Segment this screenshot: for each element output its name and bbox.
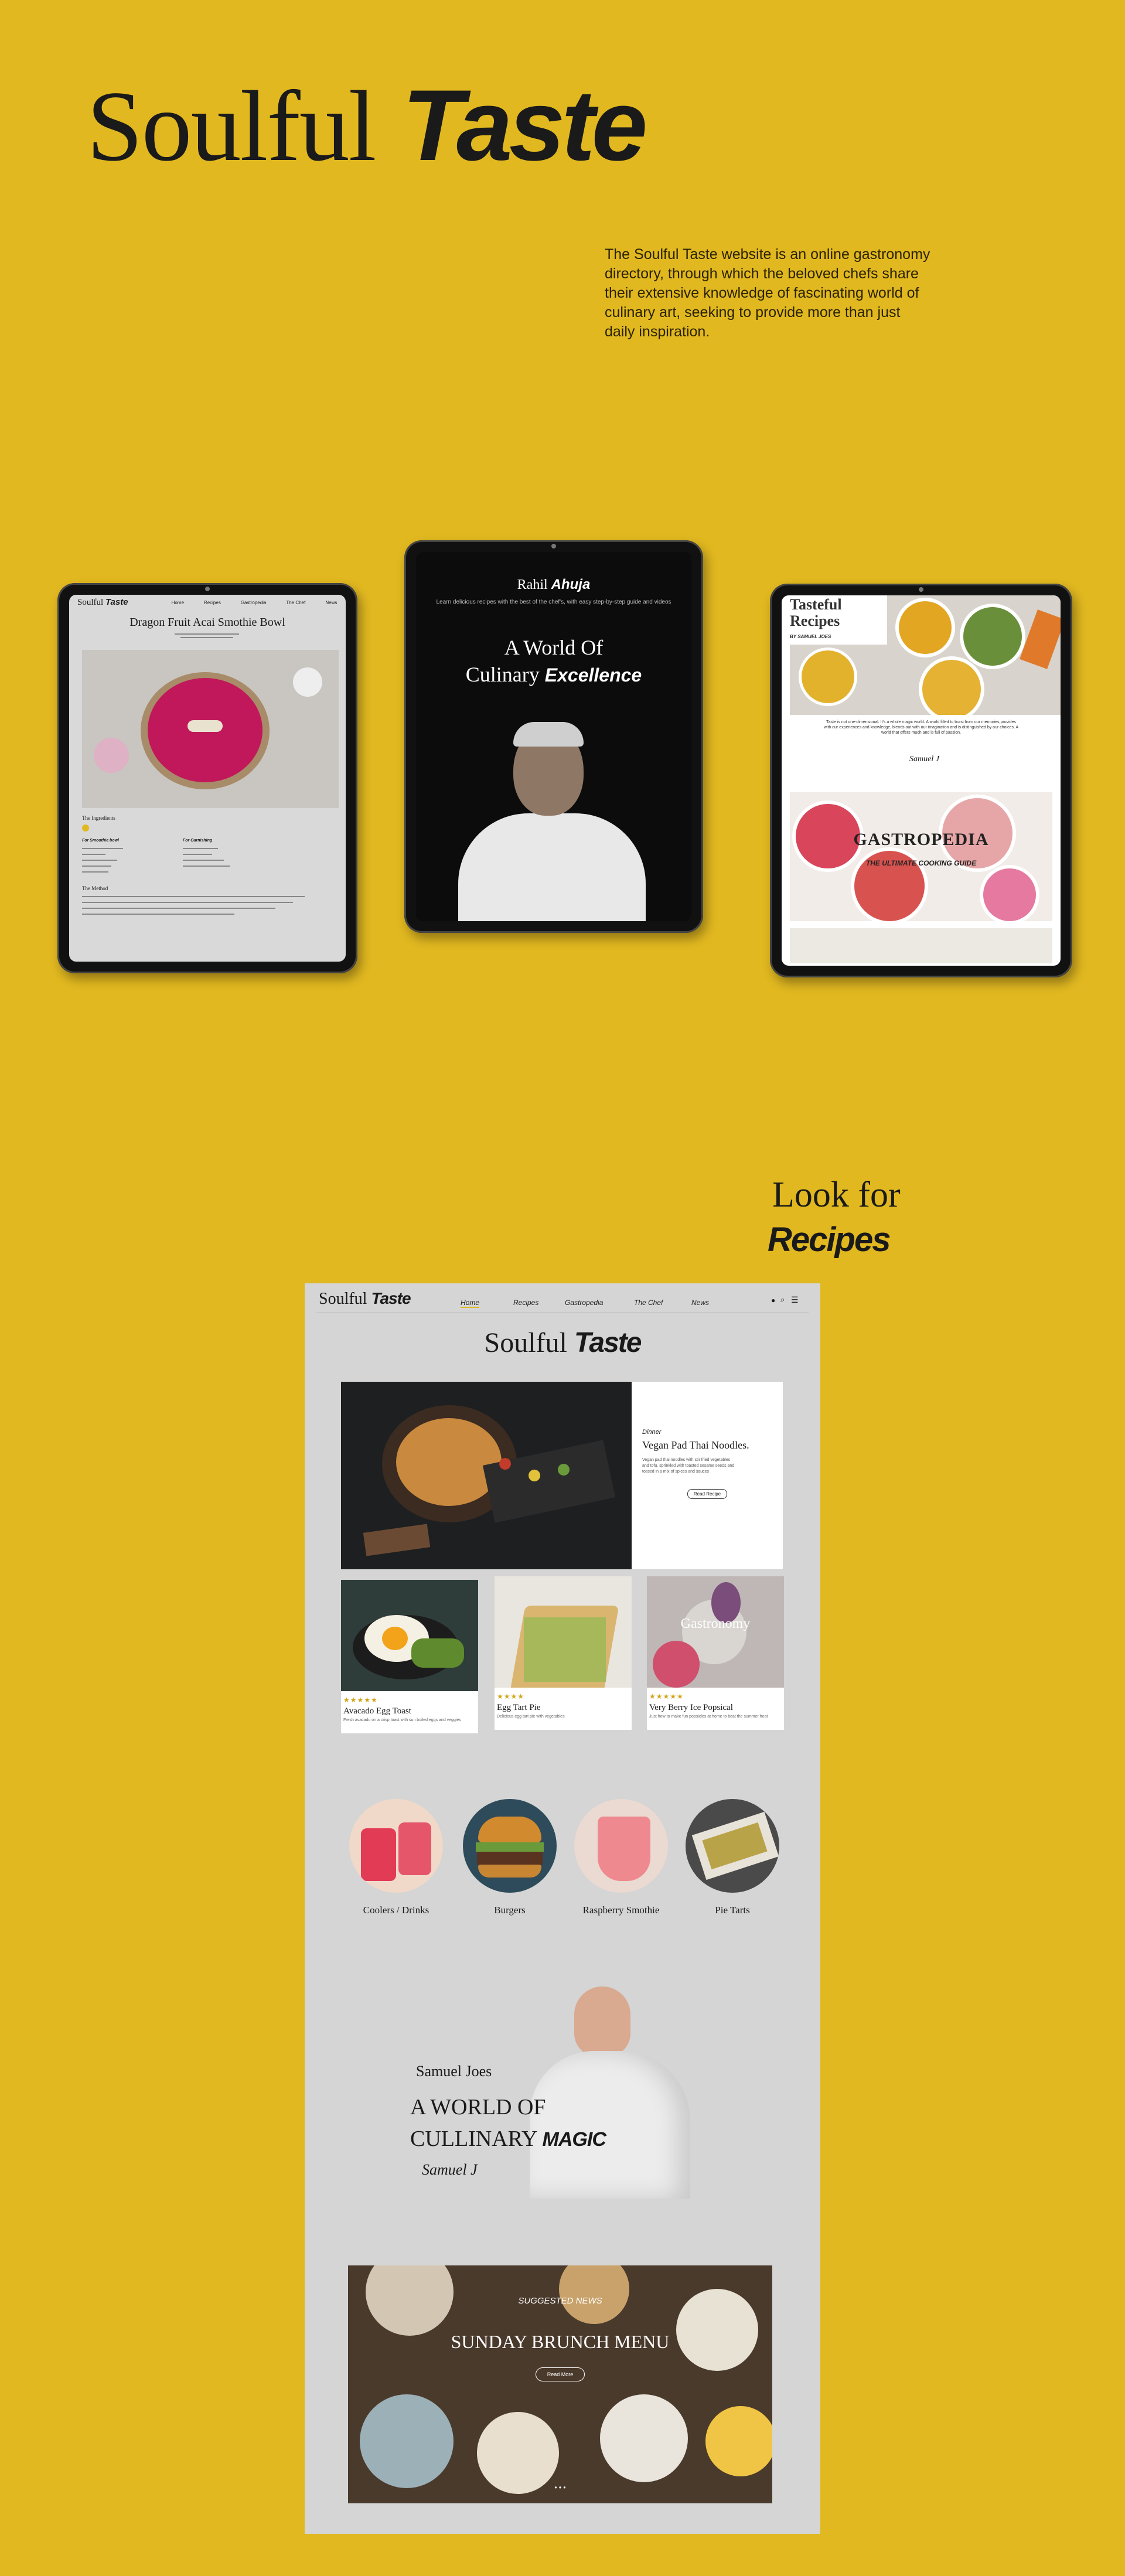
site-title: Soulful Taste <box>484 1327 642 1358</box>
soup-bowls-image <box>887 595 1061 715</box>
featured-recipe-panel: Dinner Vegan Pad Thai Noodles. Vegan pad… <box>632 1382 783 1569</box>
rating-stars: ★★★★★ <box>649 1692 684 1701</box>
featured-tag: Dinner <box>642 1429 662 1436</box>
tablet-chef-screen: Rahil Ahuja Learn delicious recipes with… <box>416 552 691 921</box>
tasteful-signature: Samuel J <box>909 755 939 764</box>
ingredients-heading: The Ingredients <box>82 815 115 821</box>
gastropedia-image: GASTROPEDIA THE ULTIMATE COOKING GUIDE <box>790 792 1052 921</box>
card-desc: Fresh avacado on a crisp toast with sun … <box>343 1718 461 1722</box>
popsicle-image: Gastronomy <box>647 1576 784 1688</box>
category-label: Burgers <box>494 1904 526 1916</box>
brand-light: Soulful <box>87 71 377 182</box>
carousel-dots[interactable]: • • • <box>348 2483 772 2492</box>
chef-section-line1: A WORLD OF <box>410 2095 546 2120</box>
recipe-card[interactable]: ★★★★★ Avacado Egg Toast Fresh avacado on… <box>341 1580 478 1733</box>
tablet-nav-gastropedia[interactable]: Gastropedia <box>241 600 267 605</box>
egg-tart-image <box>495 1576 632 1688</box>
smoothie-heading: For Smoothie bowl <box>82 839 119 843</box>
recipes-label: Recipes <box>768 1221 891 1259</box>
site-nav: Soulful Taste Home Recipes Gastropedia T… <box>305 1283 820 1314</box>
chef-headline-1: A World Of <box>504 636 604 659</box>
news-read-more-button[interactable]: Read More <box>536 2367 585 2381</box>
category-burgers[interactable]: Burgers <box>463 1799 557 1916</box>
rating-stars: ★★★★★ <box>343 1696 378 1704</box>
method-heading: The Method <box>82 885 108 891</box>
suggested-news-banner[interactable]: SUGGESTED NEWS SUNDAY BRUNCH MENU Read M… <box>348 2265 772 2503</box>
chef-signature: Samuel J <box>422 2161 478 2178</box>
rating-stars: ★★★★ <box>497 1692 525 1701</box>
news-label: SUGGESTED NEWS <box>518 2296 602 2306</box>
tasteful-title: Tasteful Recipes <box>790 596 842 629</box>
card-title[interactable]: Very Berry Ice Popsical <box>647 1701 784 1713</box>
chef-samuel-image <box>530 1986 690 2199</box>
category-label: Coolers / Drinks <box>363 1904 429 1916</box>
tablet-recipe-title: Dragon Fruit Acai Smothie Bowl <box>129 616 285 629</box>
gastropedia-guide: THE ULTIMATE COOKING GUIDE <box>865 859 977 867</box>
card-title[interactable]: Avacado Egg Toast <box>341 1704 478 1716</box>
card-desc: Just how to make fun popsicles at home t… <box>649 1715 768 1719</box>
featured-desc: Vegan pad thai noodles with stir fried v… <box>642 1458 735 1474</box>
search-icon[interactable]: ⌕ <box>780 1295 785 1304</box>
card-title[interactable]: Egg Tart Pie <box>495 1701 632 1713</box>
chef-section-line2: CULLINARY MAGIC <box>410 2127 606 2151</box>
tablet-tasteful: Tasteful Recipes BY SAMUEL JOES Taste is… <box>770 584 1072 977</box>
pad-thai-image[interactable] <box>341 1382 632 1569</box>
gastronomy-overlay: Gastronomy <box>680 1616 751 1631</box>
tablet-recipe-screen: Soulful Taste Home Recipes Gastropedia T… <box>69 595 346 962</box>
gastropedia-title: GASTROPEDIA <box>853 830 989 849</box>
tablet-chef: Rahil Ahuja Learn delicious recipes with… <box>404 540 703 933</box>
look-for-label: Look for <box>772 1175 901 1215</box>
recipe-card[interactable]: ★★★★ Egg Tart Pie Delicious egg tart pie… <box>495 1576 632 1730</box>
avocado-toast-image <box>341 1580 478 1691</box>
site-mockup: Soulful Taste Home Recipes Gastropedia T… <box>305 1283 820 2534</box>
site-logo[interactable]: Soulful Taste <box>319 1289 411 1309</box>
menu-icon[interactable]: ☰ <box>791 1295 799 1305</box>
tablet-recipe-nav: Soulful Taste Home Recipes Gastropedia T… <box>69 595 346 610</box>
tasteful-blurb: Taste is not one-dimensional. It's a who… <box>823 720 1019 735</box>
chef-section-name: Samuel Joes <box>416 2063 492 2080</box>
tablet-tasteful-screen: Tasteful Recipes BY SAMUEL JOES Taste is… <box>782 595 1061 966</box>
tablet-nav-home[interactable]: Home <box>172 600 184 605</box>
tablet-nav-recipes[interactable]: Recipes <box>204 600 221 605</box>
category-smoothie[interactable]: Raspberry Smothie <box>574 1799 668 1916</box>
garnish-heading: For Garnishing <box>183 839 213 843</box>
smoothie-bowl-image <box>82 650 339 808</box>
intro-text: The Soulful Taste website is an online g… <box>605 246 930 340</box>
tablet-recipe-logo[interactable]: Soulful Taste <box>77 597 128 608</box>
user-icon[interactable]: ● <box>771 1296 775 1304</box>
site-nav-chef[interactable]: The Chef <box>634 1299 663 1307</box>
brand-bold: Taste <box>402 69 647 182</box>
news-title: SUNDAY BRUNCH MENU <box>451 2331 670 2352</box>
brand-title: Soulful Taste <box>87 75 647 177</box>
category-label: Raspberry Smothie <box>582 1904 660 1916</box>
chef-portrait-body <box>458 813 646 921</box>
site-nav-recipes[interactable]: Recipes <box>513 1299 538 1307</box>
category-drinks[interactable]: Coolers / Drinks <box>349 1799 443 1916</box>
card-desc: Delicious egg tart pie with vegetables <box>497 1715 565 1719</box>
site-nav-home[interactable]: Home <box>461 1299 480 1308</box>
tablet-nav-chef[interactable]: The Chef <box>286 600 305 605</box>
category-label: Pie Tarts <box>715 1904 750 1916</box>
tablet-recipe: Soulful Taste Home Recipes Gastropedia T… <box>57 583 357 973</box>
featured-title[interactable]: Vegan Pad Thai Noodles. <box>642 1439 772 1451</box>
chef-tagline: Learn delicious recipes with the best of… <box>436 599 671 605</box>
category-pie-tarts[interactable]: Pie Tarts <box>686 1799 779 1916</box>
chef-headline-2: Culinary Excellence <box>465 663 642 686</box>
tablet-nav-news[interactable]: News <box>325 600 337 605</box>
site-nav-news[interactable]: News <box>691 1299 709 1307</box>
recipe-card[interactable]: Gastronomy ★★★★★ Very Berry Ice Popsical… <box>647 1576 784 1730</box>
read-recipe-button[interactable]: Read Recipe <box>687 1489 728 1499</box>
chef-name: Rahil Ahuja <box>517 577 591 592</box>
site-nav-gastropedia[interactable]: Gastropedia <box>565 1299 603 1307</box>
tasteful-byline: BY SAMUEL JOES <box>790 634 831 639</box>
